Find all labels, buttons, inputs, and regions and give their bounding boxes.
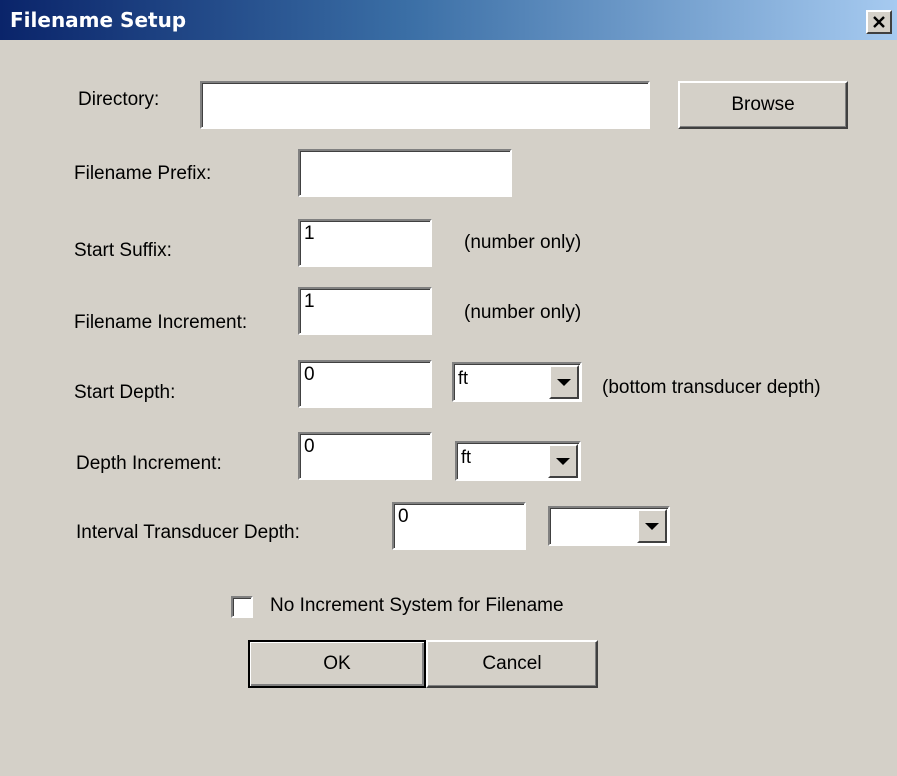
filename-prefix-label: Filename Prefix: (74, 163, 212, 184)
directory-label: Directory: (78, 89, 160, 110)
start-depth-unit-value: ft (458, 368, 469, 388)
depth-increment-unit-value: ft (461, 447, 472, 467)
filename-prefix-input[interactable] (298, 149, 512, 197)
ok-button[interactable]: OK (248, 640, 426, 688)
chevron-down-icon (557, 378, 571, 386)
start-depth-input[interactable]: 0 (298, 360, 432, 408)
close-button[interactable] (866, 10, 892, 34)
start-depth-unit-select[interactable]: ft (452, 362, 582, 402)
browse-button[interactable]: Browse (678, 81, 848, 129)
start-depth-hint: (bottom transducer depth) (602, 377, 821, 398)
start-suffix-hint: (number only) (464, 232, 582, 253)
cancel-button[interactable]: Cancel (426, 640, 598, 688)
interval-transducer-depth-unit-select[interactable] (548, 506, 670, 546)
start-suffix-label: Start Suffix: (74, 240, 172, 261)
filename-increment-hint: (number only) (464, 302, 582, 323)
title-bar[interactable]: Filename Setup (0, 0, 897, 40)
no-increment-checkbox-label[interactable]: No Increment System for Filename (270, 595, 564, 617)
start-depth-label: Start Depth: (74, 382, 176, 403)
dialog-title: Filename Setup (10, 8, 187, 32)
filename-setup-dialog: Filename Setup Directory: Browse Filenam… (0, 0, 897, 776)
directory-input[interactable] (200, 81, 650, 129)
depth-increment-unit-select[interactable]: ft (455, 441, 581, 481)
interval-transducer-depth-label: Interval Transducer Depth: (76, 522, 300, 543)
close-icon (873, 16, 885, 28)
depth-increment-input[interactable]: 0 (298, 432, 432, 480)
interval-transducer-depth-dropdown-button[interactable] (637, 509, 667, 543)
no-increment-checkbox[interactable] (231, 596, 253, 618)
interval-transducer-depth-input[interactable]: 0 (392, 502, 526, 550)
chevron-down-icon (556, 457, 570, 465)
chevron-down-icon (645, 522, 659, 530)
filename-increment-input[interactable]: 1 (298, 287, 432, 335)
filename-increment-label: Filename Increment: (74, 312, 248, 333)
start-suffix-input[interactable]: 1 (298, 219, 432, 267)
depth-increment-label: Depth Increment: (76, 453, 222, 474)
depth-increment-dropdown-button[interactable] (548, 444, 578, 478)
start-depth-dropdown-button[interactable] (549, 365, 579, 399)
